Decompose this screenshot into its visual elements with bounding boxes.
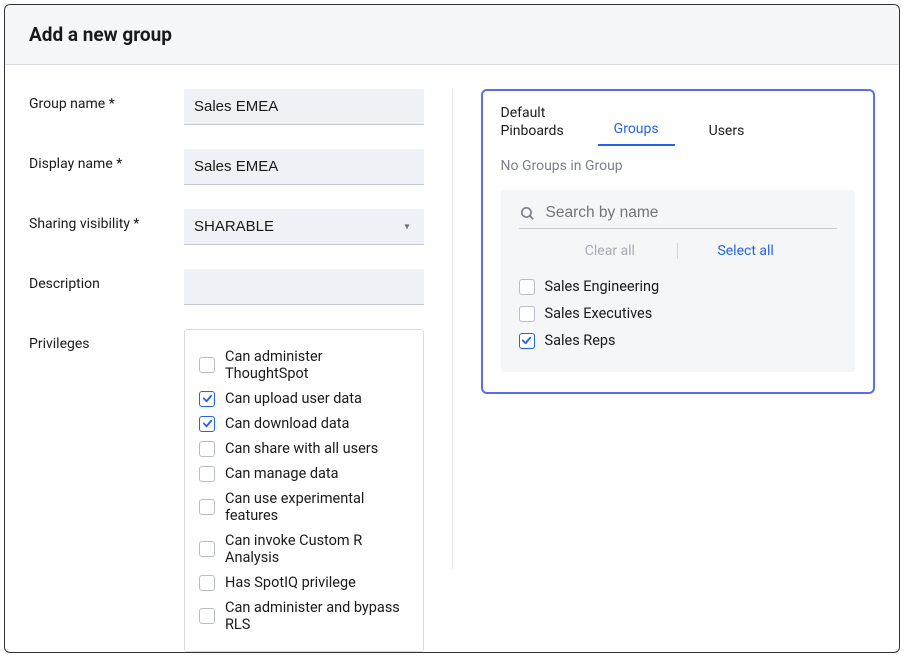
- group-name-input[interactable]: [184, 89, 424, 125]
- privilege-label: Can invoke Custom R Analysis: [225, 532, 409, 566]
- modal-header: Add a new group: [5, 5, 899, 65]
- group-label: Sales Reps: [545, 332, 616, 349]
- privilege-row: Has SpotIQ privilege: [199, 570, 409, 595]
- privileges-row: Privileges Can administer ThoughtSpotCan…: [29, 329, 424, 652]
- privilege-checkbox[interactable]: [199, 541, 215, 557]
- group-checkbox[interactable]: [519, 279, 535, 295]
- tab-default-pinboards[interactable]: DefaultPinboards: [501, 105, 564, 146]
- privilege-label: Can administer and bypass RLS: [225, 599, 409, 633]
- privilege-label: Has SpotIQ privilege: [225, 574, 356, 591]
- privilege-checkbox[interactable]: [199, 357, 215, 373]
- display-name-row: Display name *: [29, 149, 424, 185]
- modal-title: Add a new group: [29, 23, 875, 46]
- privilege-row: Can administer and bypass RLS: [199, 595, 409, 637]
- search-container: Clear all Select all Sales EngineeringSa…: [501, 190, 856, 372]
- privileges-label: Privileges: [29, 329, 184, 352]
- group-row: Sales Reps: [519, 327, 838, 354]
- privilege-label: Can manage data: [225, 465, 339, 482]
- privilege-row: Can share with all users: [199, 436, 409, 461]
- clear-all-button[interactable]: Clear all: [543, 243, 679, 259]
- sharing-visibility-select[interactable]: [184, 209, 424, 245]
- description-input[interactable]: [184, 269, 424, 305]
- privileges-box: Can administer ThoughtSpot Can upload use…: [184, 329, 424, 652]
- privilege-checkbox[interactable]: [199, 466, 215, 482]
- tab-groups[interactable]: Groups: [598, 121, 675, 147]
- privilege-checkbox[interactable]: [199, 575, 215, 591]
- group-checkbox[interactable]: [519, 333, 535, 349]
- tab-users[interactable]: Users: [709, 123, 745, 147]
- display-name-input[interactable]: [184, 149, 424, 185]
- privilege-checkbox[interactable]: [199, 391, 215, 407]
- form-column: Group name * Display name * Sharing visi…: [29, 89, 424, 653]
- privilege-row: Can download data: [199, 411, 409, 436]
- group-row: Sales Engineering: [519, 273, 838, 300]
- search-icon: [519, 205, 536, 222]
- privilege-label: Can administer ThoughtSpot: [225, 348, 409, 382]
- privilege-checkbox[interactable]: [199, 416, 215, 432]
- no-groups-text: No Groups in Group: [501, 158, 856, 174]
- group-checkbox[interactable]: [519, 306, 535, 322]
- add-group-modal: Add a new group Group name * Display nam…: [4, 4, 900, 653]
- privilege-row: Can manage data: [199, 461, 409, 486]
- sharing-visibility-row: Sharing visibility * ▾: [29, 209, 424, 245]
- description-label: Description: [29, 269, 184, 292]
- privilege-label: Can use experimental features: [225, 490, 409, 524]
- group-name-label: Group name *: [29, 89, 184, 112]
- search-row: [519, 204, 838, 229]
- privilege-label: Can download data: [225, 415, 349, 432]
- group-label: Sales Executives: [545, 305, 653, 322]
- group-list: Sales Engineering Sales Executives Sales R…: [519, 273, 838, 354]
- modal-body: Group name * Display name * Sharing visi…: [5, 65, 899, 653]
- privilege-label: Can upload user data: [225, 390, 362, 407]
- privilege-checkbox[interactable]: [199, 441, 215, 457]
- privilege-checkbox[interactable]: [199, 499, 215, 515]
- search-input[interactable]: [546, 204, 838, 222]
- privilege-label: Can share with all users: [225, 440, 378, 457]
- privilege-row: Can administer ThoughtSpot: [199, 344, 409, 386]
- vertical-divider: [452, 89, 453, 569]
- bulk-actions-row: Clear all Select all: [519, 243, 838, 259]
- select-all-button[interactable]: Select all: [678, 243, 813, 259]
- groups-column: DefaultPinboards Groups Users No Groups …: [481, 89, 876, 653]
- privilege-row: Can invoke Custom R Analysis: [199, 528, 409, 570]
- tabs-bar: DefaultPinboards Groups Users: [501, 105, 856, 146]
- privilege-checkbox[interactable]: [199, 608, 215, 624]
- group-name-row: Group name *: [29, 89, 424, 125]
- groups-panel: DefaultPinboards Groups Users No Groups …: [481, 89, 876, 394]
- group-row: Sales Executives: [519, 300, 838, 327]
- display-name-label: Display name *: [29, 149, 184, 172]
- sharing-visibility-label: Sharing visibility *: [29, 209, 184, 232]
- group-label: Sales Engineering: [545, 278, 660, 295]
- privilege-row: Can upload user data: [199, 386, 409, 411]
- privilege-row: Can use experimental features: [199, 486, 409, 528]
- description-row: Description: [29, 269, 424, 305]
